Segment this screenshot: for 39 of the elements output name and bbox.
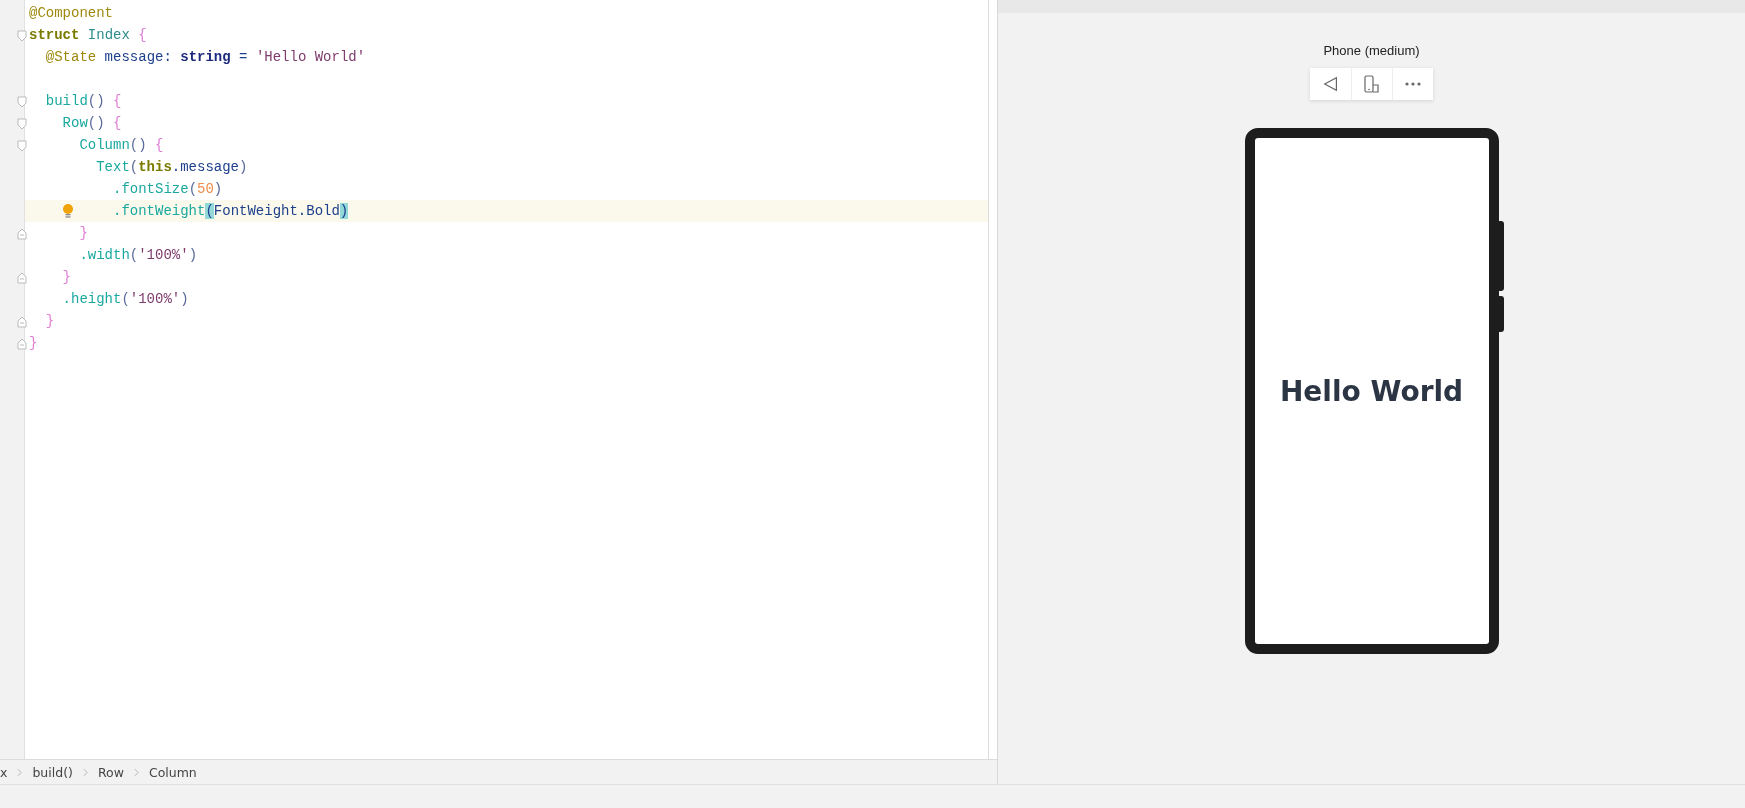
back-button[interactable] [1310, 68, 1351, 100]
code-line: } [45, 313, 55, 329]
lightbulb-icon[interactable] [62, 203, 74, 219]
fold-icon[interactable] [17, 228, 27, 240]
code-line: Column() { [79, 137, 164, 153]
triangle-icon [1321, 75, 1340, 93]
fold-icon[interactable] [17, 272, 27, 284]
rotate-button[interactable] [1351, 68, 1392, 100]
code-line: .fontWeight(FontWeight.Bold) [113, 203, 349, 219]
chevron-icon [82, 767, 88, 777]
breadcrumb-item[interactable]: x [0, 764, 8, 780]
code-line: build() { [45, 93, 122, 109]
fold-icon[interactable] [17, 316, 27, 328]
code-line: } [29, 335, 38, 351]
hello-text: Hello World [1279, 374, 1464, 408]
code-line: @Component [29, 5, 113, 21]
breadcrumb-item[interactable]: Column [148, 764, 197, 780]
code-line: .fontSize(50) [113, 181, 223, 197]
code-line: struct Index { [29, 27, 147, 43]
more-button[interactable] [1392, 68, 1433, 100]
fold-icon[interactable] [17, 140, 27, 152]
phone-rotate-icon [1362, 74, 1382, 94]
code-line: } [79, 225, 88, 241]
breadcrumb-item[interactable]: Row [97, 764, 124, 780]
fold-icon[interactable] [17, 30, 27, 42]
code-line: @State message: string = 'Hello World' [45, 49, 366, 65]
chevron-icon [133, 767, 139, 777]
breadcrumb-item[interactable]: build() [32, 764, 73, 780]
code-line: .height('100%') [62, 291, 189, 307]
fold-icon[interactable] [17, 96, 27, 108]
device-name: Phone (medium) [1323, 43, 1420, 58]
code-line: } [62, 269, 71, 285]
code-line: Text(this.message) [96, 159, 248, 175]
code-line: Row() { [62, 115, 122, 131]
chevron-icon [17, 767, 23, 777]
more-icon [1405, 82, 1421, 86]
code-line: .width('100%') [79, 247, 198, 263]
fold-icon[interactable] [17, 338, 27, 350]
fold-icon[interactable] [17, 118, 27, 130]
